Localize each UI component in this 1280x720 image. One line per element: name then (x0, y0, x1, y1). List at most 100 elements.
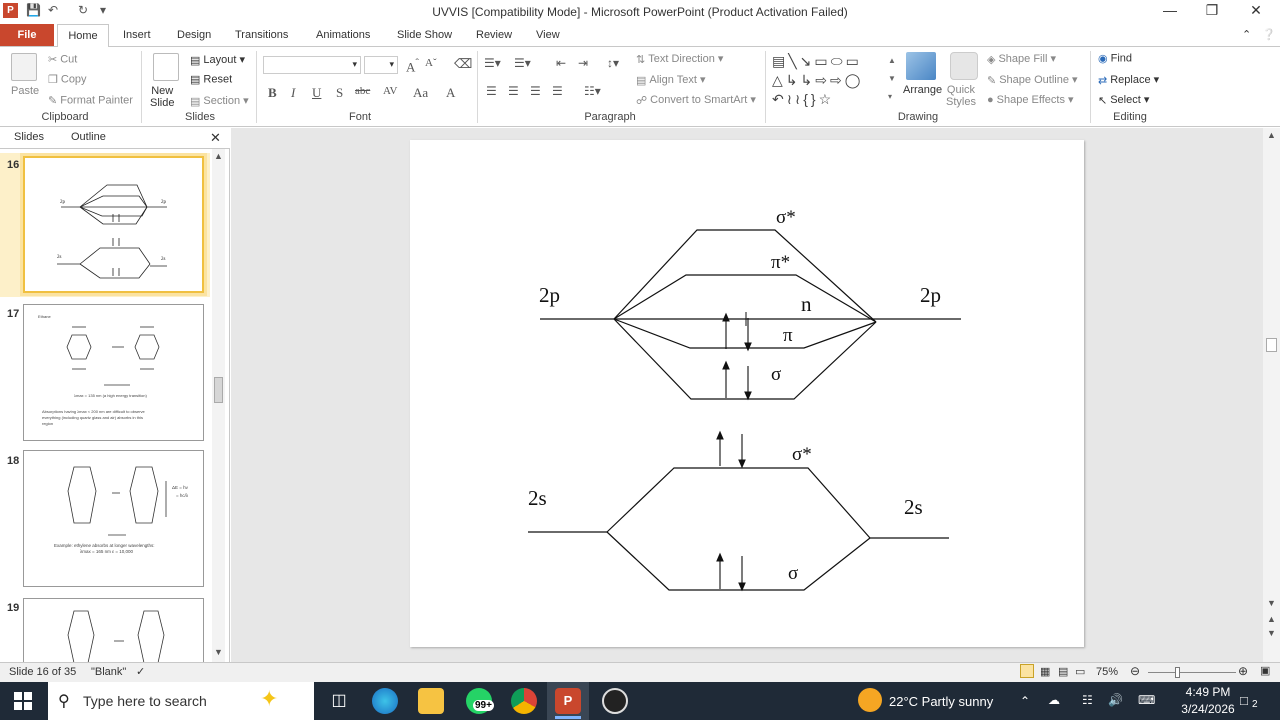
scroll-thumb[interactable] (1266, 338, 1277, 352)
scroll-up-icon[interactable]: ▲ (1267, 130, 1276, 140)
security-icon[interactable]: ☁ (1048, 693, 1060, 707)
shape-fill-button[interactable]: ◈ Shape Fill ▾ (987, 52, 1056, 66)
fit-to-window-icon[interactable]: ▣ (1260, 664, 1270, 677)
slide-thumbnail-16[interactable]: 2p 2p 2s 2s (23, 156, 204, 293)
strikethrough-button[interactable]: abc (355, 85, 370, 97)
tab-view[interactable]: View (536, 24, 560, 46)
reading-view-icon[interactable]: ▤ (1058, 665, 1068, 678)
zoom-slider[interactable] (1148, 672, 1236, 673)
cut-button[interactable]: ✂ Cut (48, 53, 77, 66)
new-slide-icon[interactable] (153, 53, 179, 81)
task-view-icon[interactable]: ◫ (326, 688, 352, 714)
previous-slide-icon[interactable]: ▲ (1267, 614, 1276, 624)
chevron-up-icon[interactable]: ⌃ (1020, 694, 1030, 708)
notifications-icon[interactable]: □ (1240, 693, 1248, 708)
scroll-up-icon[interactable]: ▲ (214, 151, 223, 161)
decrease-indent-icon[interactable]: ⇤ (556, 56, 566, 71)
replace-button[interactable]: ⇄ Replace ▾ (1098, 73, 1159, 87)
convert-smartart-button[interactable]: ☍ Convert to SmartArt ▾ (636, 93, 756, 107)
align-right-icon[interactable]: ☰ (530, 84, 541, 99)
zoom-in-icon[interactable]: ⊕ (1238, 664, 1248, 678)
weather-text[interactable]: 22°C Partly sunny (889, 694, 993, 709)
align-left-icon[interactable]: ☰ (486, 84, 497, 99)
copy-button[interactable]: ❐ Copy (48, 73, 87, 86)
editor-scrollbar[interactable]: ▲ ▼ ▲ ▼ (1263, 128, 1280, 662)
font-color-button[interactable]: A (446, 85, 455, 101)
close-pane-icon[interactable]: ✕ (210, 130, 221, 146)
tab-transitions[interactable]: Transitions (235, 24, 288, 46)
keyboard-icon[interactable]: ⌨ (1138, 693, 1155, 707)
select-button[interactable]: ↖ Select ▾ (1098, 93, 1149, 107)
next-slide-icon[interactable]: ▼ (1267, 628, 1276, 638)
zoom-out-icon[interactable]: ⊖ (1130, 664, 1140, 678)
obs-icon[interactable] (602, 688, 628, 714)
network-icon[interactable]: ☷ (1082, 693, 1093, 707)
slide-thumbnail-17[interactable]: Ethane λmax = 135 nm (a high energy trans… (23, 304, 204, 441)
align-text-button[interactable]: ▤ Align Text ▾ (636, 73, 705, 87)
columns-icon[interactable]: ☷▾ (584, 84, 601, 99)
current-slide[interactable]: 2p 2p σ* π* n π σ 2s 2s σ* σ (410, 140, 1084, 647)
restore-button[interactable]: ❐ (1192, 2, 1232, 22)
change-case-button[interactable]: Aa (413, 85, 428, 101)
shape-outline-button[interactable]: ✎ Shape Outline ▾ (987, 73, 1078, 87)
minimize-button[interactable]: — (1150, 2, 1190, 22)
file-explorer-icon[interactable] (418, 688, 444, 714)
text-direction-button[interactable]: ⇅ Text Direction ▾ (636, 52, 723, 66)
bullets-icon[interactable]: ☰▾ (484, 56, 501, 71)
slide-thumbnail-19[interactable] (23, 598, 204, 662)
character-spacing-button[interactable]: AV (383, 85, 397, 97)
shapes-scroll[interactable]: ▲ ▼ ▾ (888, 52, 896, 108)
scroll-thumb[interactable] (214, 377, 223, 403)
format-painter-button[interactable]: ✎ Format Painter (48, 94, 133, 107)
paste-icon[interactable] (11, 53, 37, 81)
justify-icon[interactable]: ☰ (552, 84, 563, 99)
quick-styles-icon[interactable] (950, 52, 978, 80)
align-center-icon[interactable]: ☰ (508, 84, 519, 99)
tab-home[interactable]: Home (57, 24, 109, 47)
scroll-down-icon[interactable]: ▼ (214, 647, 223, 657)
bold-button[interactable]: B (268, 85, 277, 101)
normal-view-icon[interactable] (1020, 664, 1034, 678)
chevron-up-icon[interactable]: ⌃ (1242, 24, 1251, 46)
arrange-icon[interactable] (906, 52, 936, 80)
slideshow-view-icon[interactable]: ▭ (1075, 665, 1085, 678)
layout-button[interactable]: ▤ Layout ▾ (190, 53, 245, 67)
shadow-button[interactable]: S (336, 85, 343, 101)
tab-slide-show[interactable]: Slide Show (397, 24, 452, 46)
underline-button[interactable]: U (312, 85, 321, 101)
line-spacing-icon[interactable]: ↕▾ (607, 56, 619, 71)
tab-insert[interactable]: Insert (123, 24, 151, 46)
clock-date[interactable]: 3/24/2026 (1174, 702, 1242, 716)
quick-styles-button[interactable]: Quick Styles (946, 84, 976, 108)
windows-start-icon[interactable] (14, 692, 32, 710)
volume-icon[interactable]: 🔊 (1108, 693, 1123, 707)
arrange-button[interactable]: Arrange (903, 84, 942, 96)
numbering-icon[interactable]: ☰▾ (514, 56, 531, 71)
powerpoint-taskbar-icon[interactable]: P (555, 688, 581, 714)
spellcheck-icon[interactable]: ✓ (136, 665, 145, 678)
slide-thumbnail-18[interactable]: ΔE = hν = hc/λ Example: ethylene absorbs a… (23, 450, 204, 587)
tab-review[interactable]: Review (476, 24, 512, 46)
clear-format-icon[interactable]: ⌫ (454, 56, 472, 72)
shapes-gallery[interactable]: ▤╲↘▭⬭▭ △↳↳⇨⇨◯ ↶≀≀{}☆ (772, 52, 888, 108)
clock-time[interactable]: 4:49 PM (1180, 685, 1236, 699)
tab-design[interactable]: Design (177, 24, 211, 46)
new-slide-button[interactable]: New Slide (150, 85, 174, 109)
pane-scrollbar[interactable]: ▲ ▼ (212, 149, 225, 662)
italic-button[interactable]: I (291, 85, 295, 101)
zoom-slider-thumb[interactable] (1175, 667, 1180, 678)
tab-file[interactable]: File (0, 24, 54, 46)
shrink-font-icon[interactable]: Aˇ (425, 57, 437, 69)
scroll-down-icon[interactable]: ▼ (1267, 598, 1276, 608)
zoom-level[interactable]: 75% (1096, 666, 1118, 678)
reset-button[interactable]: ▤ Reset (190, 73, 232, 86)
chrome-icon[interactable] (511, 688, 537, 714)
font-size-dropdown[interactable]: ▾ (364, 56, 398, 74)
taskbar-search-box[interactable]: ⚲ Type here to search ✦ (48, 682, 314, 720)
section-button[interactable]: ▤ Section ▾ (190, 94, 249, 108)
increase-indent-icon[interactable]: ⇥ (578, 56, 588, 71)
slide-sorter-icon[interactable]: ▦ (1040, 665, 1050, 678)
shape-effects-button[interactable]: ● Shape Effects ▾ (987, 93, 1074, 106)
close-button[interactable]: ✕ (1236, 2, 1276, 22)
find-button[interactable]: ◉ Find (1098, 52, 1132, 65)
